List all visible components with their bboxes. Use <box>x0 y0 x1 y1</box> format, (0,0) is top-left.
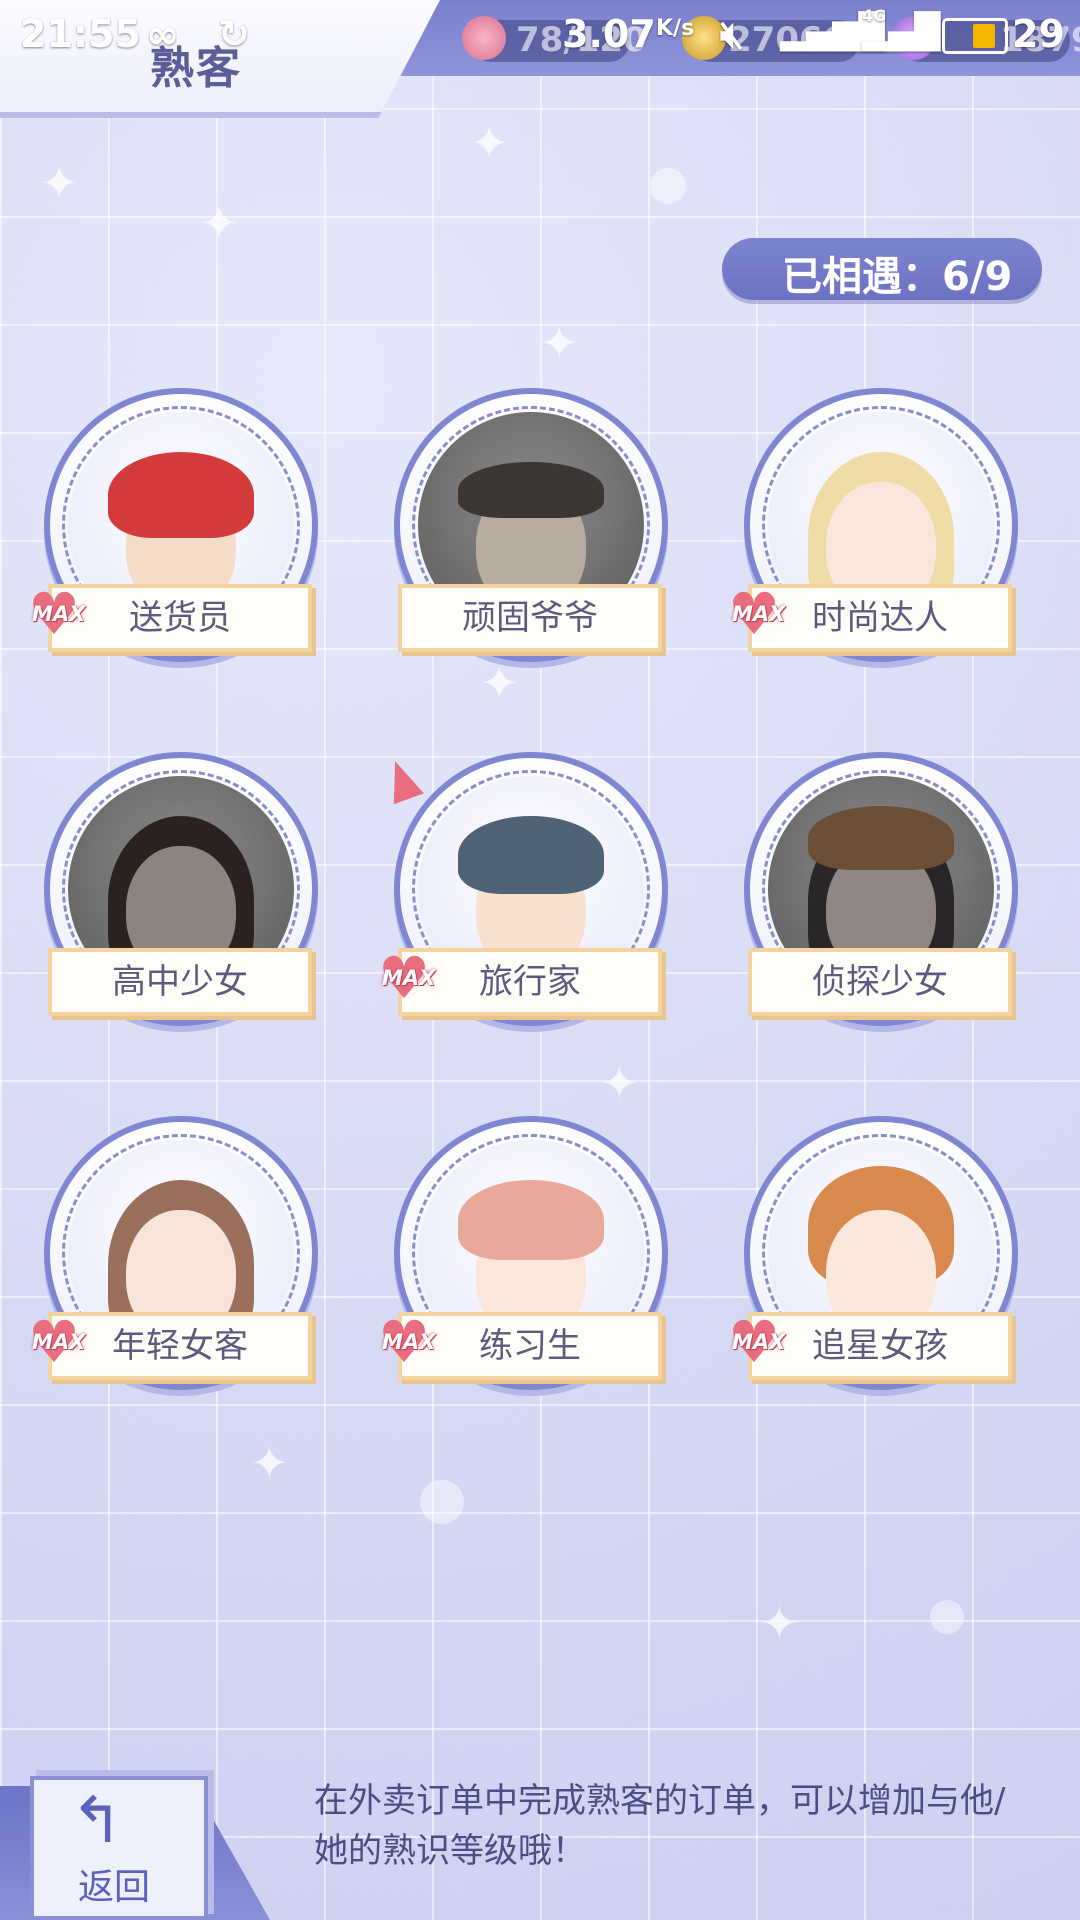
sparkle-decoration: ✦ <box>40 156 79 210</box>
back-button[interactable]: ↰ 返回 <box>30 1776 208 1920</box>
sparkle-decoration: ✦ <box>470 116 509 170</box>
signal-icon: ▂▄█ <box>862 12 941 52</box>
customer-name: 高中少女 <box>48 948 312 1016</box>
customer-card-fan-girl[interactable]: 追星女孩 ♥ MAX <box>724 1116 1024 1416</box>
sparkle-decoration: ✦ <box>760 1596 799 1650</box>
encounter-label: 已相遇： <box>782 254 942 300</box>
hint-text: 在外卖订单中完成熟客的订单，可以增加与他/她的熟识等级哦！ <box>314 1781 1006 1871</box>
infinity-icon: ∞ <box>146 12 180 58</box>
network-speed-unit: K/s <box>656 16 695 41</box>
customer-name: 侦探少女 <box>748 948 1012 1016</box>
bokeh-decoration <box>420 1480 464 1524</box>
status-time: 21:55 <box>20 12 141 56</box>
max-badge: ♥ MAX <box>728 580 786 648</box>
encounter-count: 6/9 <box>942 254 1013 300</box>
sparkle-decoration: ✦ <box>250 1436 289 1490</box>
battery-icon <box>942 18 1008 54</box>
sync-icon: ↻ <box>218 12 250 56</box>
bokeh-decoration <box>930 1600 964 1634</box>
max-badge: ♥ MAX <box>28 1308 86 1376</box>
back-arrow-icon: ↰ <box>70 1784 124 1858</box>
max-badge: ♥ MAX <box>28 580 86 648</box>
customer-card-trainee[interactable]: 练习生 ♥ MAX <box>374 1116 674 1416</box>
max-badge: ♥ MAX <box>378 1308 436 1376</box>
customer-card-fashionista[interactable]: 时尚达人 ♥ MAX <box>724 388 1024 688</box>
customer-card-young-lady[interactable]: 年轻女客 ♥ MAX <box>24 1116 324 1416</box>
customer-card-traveler[interactable]: 旅行家 ♥ MAX <box>374 752 674 1052</box>
customer-card-high-school-girl[interactable]: 高中少女 <box>24 752 324 1052</box>
network-speed: 3.07 <box>562 12 656 56</box>
customer-card-delivery[interactable]: 送货员 ♥ MAX <box>24 388 324 688</box>
status-bar: 21:55 ∞ ↻ 3.07 K/s 🔇︎ ▂▄▆█ 4G ▂▄█ 29 <box>0 0 1080 68</box>
customer-name: 顽固爷爷 <box>398 584 662 652</box>
max-badge: ♥ MAX <box>378 944 436 1012</box>
bokeh-decoration <box>650 168 686 204</box>
mute-icon: 🔇︎ <box>720 12 744 56</box>
sparkle-decoration: ✦ <box>200 196 239 250</box>
encounter-text: 已相遇：6/9 <box>782 244 1012 302</box>
customer-card-grandpa[interactable]: 顽固爷爷 <box>374 388 674 688</box>
sparkle-decoration: ✦ <box>540 316 579 370</box>
sparkle-decoration: ✦ <box>600 1056 639 1110</box>
max-badge: ♥ MAX <box>728 1308 786 1376</box>
customer-card-detective-girl[interactable]: 侦探少女 <box>724 752 1024 1052</box>
battery-level: 29 <box>1012 12 1065 56</box>
new-flag-icon <box>380 755 424 805</box>
back-label: 返回 <box>78 1867 151 1908</box>
